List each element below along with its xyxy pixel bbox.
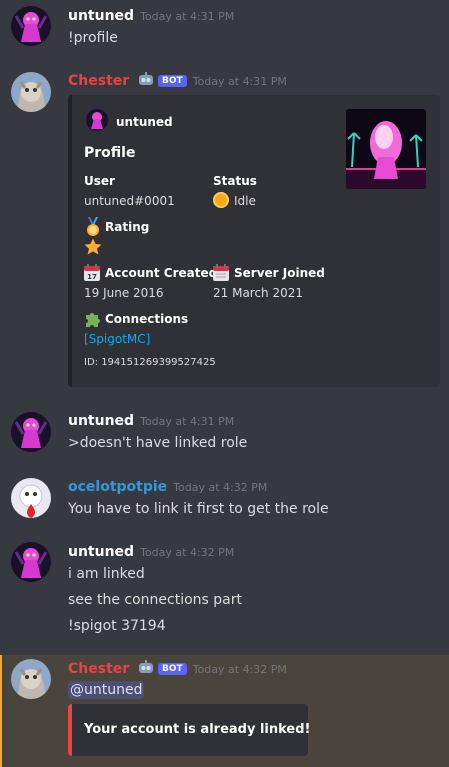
avatar-image (11, 72, 51, 112)
author-name[interactable]: untuned Today at 4:31 PM (68, 413, 234, 429)
avatar-image (11, 412, 51, 452)
user-label: User (84, 174, 115, 188)
author-username[interactable]: Chester (68, 661, 129, 677)
robot-icon (137, 660, 155, 675)
idle-dot-icon (213, 192, 229, 208)
author-username[interactable]: Chester (68, 73, 129, 89)
avatar-image (11, 542, 51, 582)
status-label: Status (213, 174, 257, 188)
spigotmc-link[interactable]: [SpigotMC] (84, 332, 150, 346)
embed-footer: ID: 194151269399527425 (84, 357, 216, 368)
author-username[interactable]: untuned (68, 413, 134, 429)
server-joined-label: Server Joined (234, 266, 325, 280)
account-created-label: Account Created (105, 266, 218, 280)
embed-author-name[interactable]: untuned (116, 115, 173, 129)
profile-embed: untuned Profile User untuned#0001 Status… (68, 95, 440, 387)
timestamp: Today at 4:31 PM (140, 10, 235, 23)
message-text: You have to link it first to get the rol… (68, 501, 329, 517)
message-untuned-3: untuned Today at 4:32 PM i am linked see … (0, 536, 449, 646)
avatar-image (11, 659, 51, 699)
connections-label: Connections (105, 312, 189, 326)
message-text: !spigot 37194 (68, 618, 166, 634)
author-username[interactable]: untuned (68, 8, 134, 24)
author-name[interactable]: ocelotpotpie Today at 4:32 PM (68, 479, 267, 495)
puzzle-piece-icon (84, 310, 102, 328)
linked-embed: Your account is already linked! (68, 704, 311, 756)
message-untuned-2: untuned Today at 4:31 PM >doesn't have li… (0, 405, 449, 465)
avatar[interactable] (11, 6, 51, 46)
avatar-image (11, 6, 51, 46)
avatar[interactable] (11, 412, 51, 452)
message-text: i am linked (68, 566, 145, 582)
timestamp: Today at 4:32 PM (140, 546, 235, 559)
message-ocelotpotpie: ocelotpotpie Today at 4:32 PM You have to… (0, 471, 449, 531)
calendar-icon (213, 264, 229, 281)
avatar[interactable] (11, 542, 51, 582)
bot-badge: BOT (158, 75, 187, 87)
embed-author-icon (86, 109, 108, 131)
avatar[interactable] (11, 659, 51, 699)
user-mention[interactable]: @untuned (68, 681, 145, 699)
embed-thumbnail[interactable] (346, 109, 426, 189)
account-created-value: 19 June 2016 (84, 286, 164, 300)
user-value: untuned#0001 (84, 194, 175, 208)
timestamp: Today at 4:31 PM (140, 415, 235, 428)
rating-label: Rating (105, 220, 150, 234)
avatar[interactable] (11, 72, 51, 112)
svg-text:17: 17 (87, 273, 97, 281)
calendar-icon: 17 (84, 264, 100, 281)
message-text: see the connections part (68, 592, 242, 608)
message-untuned-1: untuned Today at 4:31 PM !profile (0, 0, 449, 60)
author-username[interactable]: untuned (68, 544, 134, 560)
author-name[interactable]: untuned Today at 4:31 PM (68, 8, 234, 24)
timestamp: Today at 4:32 PM (173, 481, 268, 494)
author-name[interactable]: Chester BOT Today at 4:32 PM (68, 660, 287, 677)
message-text: !profile (68, 30, 118, 46)
author-name[interactable]: Chester BOT Today at 4:31 PM (68, 72, 287, 89)
star-icon (84, 238, 102, 256)
embed-title: Profile (84, 145, 136, 161)
author-username[interactable]: ocelotpotpie (68, 479, 167, 495)
server-joined-value: 21 March 2021 (213, 286, 304, 300)
embed-description: Your account is already linked! (84, 722, 311, 737)
timestamp: Today at 4:31 PM (192, 75, 287, 88)
status-value: Idle (234, 194, 256, 208)
avatar-image (11, 478, 51, 518)
author-name[interactable]: untuned Today at 4:32 PM (68, 544, 234, 560)
robot-icon (137, 72, 155, 87)
timestamp: Today at 4:32 PM (192, 663, 287, 676)
avatar[interactable] (11, 478, 51, 518)
message-text: >doesn't have linked role (68, 435, 248, 451)
bot-badge: BOT (158, 663, 187, 675)
medal-icon (84, 217, 102, 237)
